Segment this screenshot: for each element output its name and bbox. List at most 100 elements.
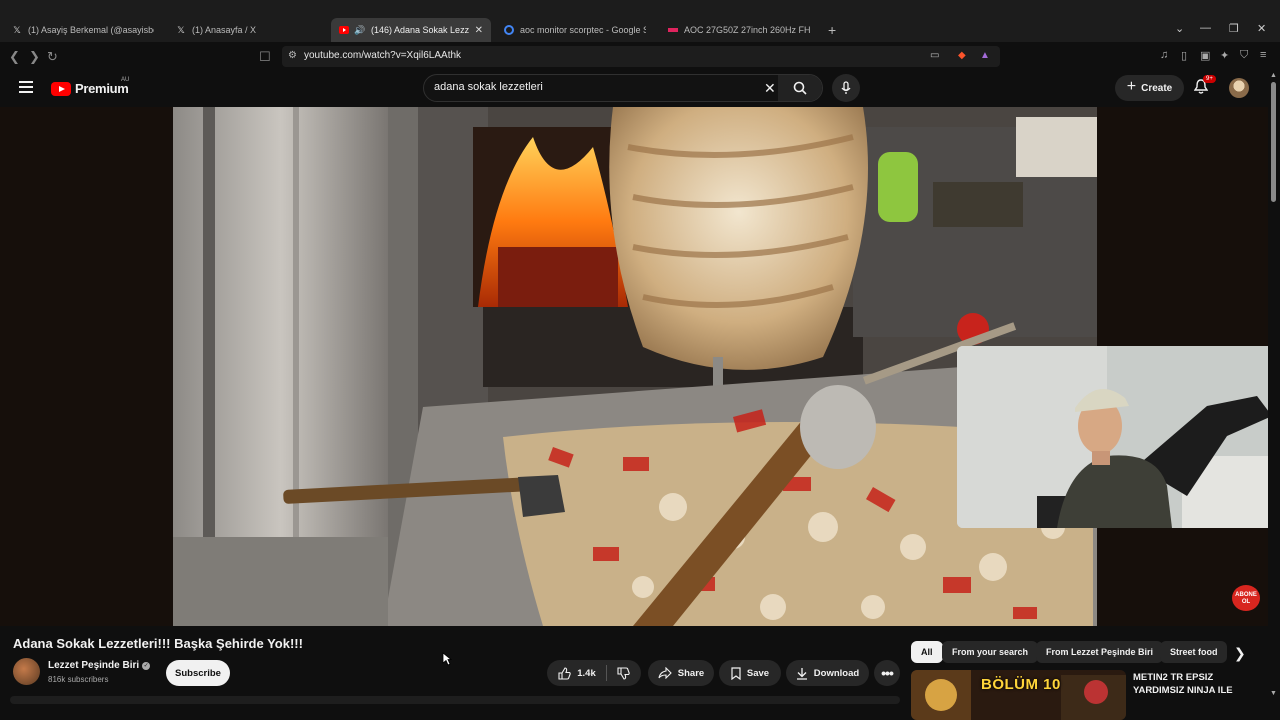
sidebar-icon[interactable]: ▯ bbox=[1181, 49, 1187, 62]
video-title: Adana Sokak Lezzetleri!!! Başka Şehirde … bbox=[13, 636, 303, 651]
search-box: ✕ bbox=[423, 74, 823, 102]
notification-badge: 9+ bbox=[1203, 75, 1216, 83]
thumbnail-text: BÖLÜM 10 bbox=[981, 676, 1061, 693]
save-button[interactable]: Save bbox=[719, 660, 781, 686]
channel-avatar[interactable] bbox=[13, 658, 40, 685]
plus-icon: + bbox=[1126, 78, 1137, 95]
browser-tab-3-active[interactable]: 🔊 (146) Adana Sokak Lezzetleri! ✕ bbox=[331, 18, 491, 42]
subscribe-button[interactable]: Subscribe bbox=[166, 660, 230, 686]
youtube-logo[interactable]: Premium AU bbox=[51, 77, 129, 96]
download-icon bbox=[796, 667, 807, 680]
x-logo-icon: 𝕏 bbox=[177, 24, 185, 35]
new-tab-icon[interactable]: + bbox=[828, 22, 836, 38]
more-actions-button[interactable]: ••• bbox=[874, 660, 900, 686]
recommended-video-title[interactable]: METIN2 TR EPSIZ YARDIMSIZ NINJA ILE bbox=[1133, 671, 1263, 697]
tab-title: (1) Asayiş Berkemal (@asayisberkem bbox=[28, 25, 154, 35]
youtube-header: Premium AU ✕ + Create 9+ bbox=[0, 70, 1280, 108]
webcam-image bbox=[957, 346, 1280, 528]
tab-title: (1) Anasayfa / X bbox=[192, 25, 257, 35]
scrollbar-thumb[interactable] bbox=[1271, 82, 1276, 202]
share-button[interactable]: Share bbox=[648, 660, 714, 686]
logo-text: Premium bbox=[75, 81, 129, 96]
create-button[interactable]: + Create bbox=[1115, 75, 1184, 101]
create-label: Create bbox=[1141, 82, 1173, 94]
chip-from-channel[interactable]: From Lezzet Peşinde Biri bbox=[1036, 641, 1164, 663]
microphone-icon bbox=[841, 81, 851, 94]
hamburger-menu-icon[interactable] bbox=[19, 81, 33, 93]
page-scrollbar[interactable]: ▲ ▼ bbox=[1268, 70, 1280, 720]
subscriber-count: 816k subscribers bbox=[48, 675, 109, 684]
brave-shield-icon[interactable]: ◆ bbox=[958, 50, 966, 61]
description-box-edge bbox=[10, 696, 900, 704]
rewards-icon[interactable]: ▲ bbox=[980, 50, 990, 61]
like-dislike-group: 1.4k bbox=[547, 660, 641, 686]
url-text[interactable]: youtube.com/watch?v=Xqil6LAAthk bbox=[304, 50, 461, 61]
save-label: Save bbox=[746, 667, 770, 679]
account-avatar[interactable] bbox=[1229, 78, 1249, 98]
bookmark-icon[interactable]: ☐ bbox=[259, 49, 271, 65]
chip-from-your-search[interactable]: From your search bbox=[942, 641, 1039, 663]
menu-icon[interactable]: ≡ bbox=[1260, 49, 1266, 61]
clear-search-icon[interactable]: ✕ bbox=[764, 80, 776, 97]
browser-tab-1[interactable]: 𝕏 (1) Asayiş Berkemal (@asayisberkem bbox=[4, 18, 162, 42]
browser-tab-4[interactable]: aoc monitor scorptec - Google Searc bbox=[496, 18, 654, 42]
chevron-right-icon[interactable]: ❯ bbox=[1234, 645, 1246, 662]
wallet-icon[interactable]: ▣ bbox=[1200, 49, 1210, 62]
forward-icon[interactable]: ❯ bbox=[29, 49, 40, 65]
bookmark-icon bbox=[731, 666, 741, 680]
close-window-icon[interactable]: ✕ bbox=[1257, 22, 1266, 35]
store-icon bbox=[668, 25, 678, 35]
browser-tab-5[interactable]: AOC 27G50Z 27inch 260Hz FHD Fast bbox=[660, 18, 818, 42]
leo-icon[interactable]: ✦ bbox=[1220, 49, 1229, 62]
country-code: AU bbox=[121, 77, 130, 83]
channel-name[interactable]: Lezzet Peşinde Biri bbox=[48, 660, 139, 671]
minimize-icon[interactable]: — bbox=[1200, 22, 1211, 34]
like-button[interactable]: 1.4k bbox=[548, 660, 606, 686]
scroll-down-icon[interactable]: ▼ bbox=[1270, 690, 1277, 697]
download-label: Download bbox=[813, 667, 860, 679]
tab-title: (146) Adana Sokak Lezzetleri! bbox=[371, 25, 469, 35]
chip-all[interactable]: All bbox=[911, 641, 943, 663]
share-label: Share bbox=[677, 667, 705, 679]
search-button[interactable] bbox=[778, 75, 822, 101]
scroll-up-icon[interactable]: ▲ bbox=[1270, 72, 1277, 79]
thumbs-down-icon bbox=[617, 666, 630, 680]
site-info-icon[interactable]: ⚙ bbox=[288, 50, 297, 61]
download-button[interactable]: Download bbox=[786, 660, 869, 686]
search-input[interactable] bbox=[434, 81, 754, 93]
thumbs-up-icon bbox=[558, 666, 571, 680]
close-tab-icon[interactable]: ✕ bbox=[475, 25, 483, 36]
maximize-icon[interactable]: ❐ bbox=[1229, 22, 1239, 35]
search-icon bbox=[793, 81, 807, 95]
recommended-video-thumbnail[interactable]: BÖLÜM 10 bbox=[911, 670, 1126, 720]
more-icon: ••• bbox=[881, 665, 894, 681]
share-icon bbox=[658, 667, 672, 679]
verified-icon: ✓ bbox=[142, 661, 151, 670]
vpn-icon[interactable]: ⛉ bbox=[1240, 49, 1248, 62]
browser-tab-strip: 𝕏 (1) Asayiş Berkemal (@asayisberkem 𝕏 (… bbox=[0, 0, 1280, 42]
google-icon bbox=[504, 25, 514, 35]
reload-icon[interactable]: ↻ bbox=[47, 49, 58, 65]
chip-street-food[interactable]: Street food bbox=[1160, 641, 1227, 663]
dislike-button[interactable] bbox=[607, 660, 640, 686]
music-icon[interactable]: ♫ bbox=[1160, 49, 1168, 61]
subscribe-overlay-badge[interactable]: ABONE OL bbox=[1232, 585, 1260, 611]
mouse-cursor-icon bbox=[442, 652, 452, 666]
webcam-overlay bbox=[957, 346, 1280, 528]
tab-title: AOC 27G50Z 27inch 260Hz FHD Fast bbox=[684, 25, 810, 35]
like-count: 1.4k bbox=[577, 667, 596, 679]
voice-search-button[interactable] bbox=[832, 74, 860, 102]
tab-list-icon[interactable]: ⌄ bbox=[1175, 22, 1184, 35]
speaker-icon[interactable]: 🔊 bbox=[354, 25, 365, 35]
tab-title: aoc monitor scorptec - Google Searc bbox=[520, 25, 646, 35]
back-icon[interactable]: ❮ bbox=[9, 49, 20, 65]
address-bar: ❮ ❯ ↻ ☐ ⚙ youtube.com/watch?v=Xqil6LAAth… bbox=[0, 42, 1280, 70]
x-logo-icon: 𝕏 bbox=[13, 24, 21, 35]
channel-name-row[interactable]: Lezzet Peşinde Biri ✓ bbox=[48, 660, 151, 671]
cast-icon[interactable]: ▭ bbox=[930, 50, 939, 61]
notifications-button[interactable]: 9+ bbox=[1193, 75, 1216, 100]
youtube-play-icon bbox=[51, 81, 71, 96]
browser-tab-2[interactable]: 𝕏 (1) Anasayfa / X bbox=[168, 18, 326, 42]
youtube-icon bbox=[339, 25, 349, 35]
url-field[interactable]: ⚙ youtube.com/watch?v=Xqil6LAAthk ▭ ◆ ▲ bbox=[282, 46, 1000, 67]
